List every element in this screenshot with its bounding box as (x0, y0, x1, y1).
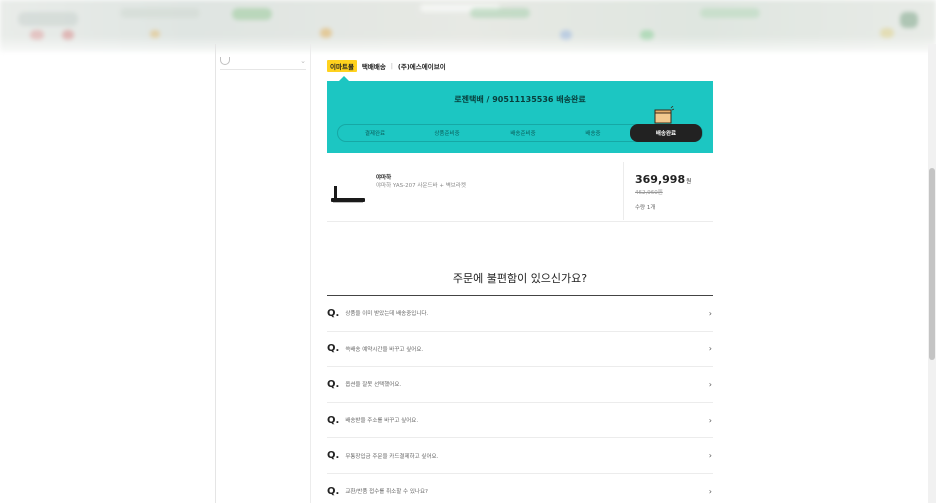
product-brand: 야마하 (376, 175, 392, 181)
faq-question: 교환/반품 접수를 취소할 수 있나요? (345, 489, 428, 496)
step-preparing-product: 상품준비중 (434, 131, 460, 137)
sidebar-item[interactable]: ⌄ (220, 52, 306, 70)
faq-item[interactable]: Q. 쓱배송 예약시간을 바꾸고 싶어요. › (327, 332, 713, 368)
seller-name[interactable]: (주)에스에이브이 (398, 61, 446, 71)
faq-item[interactable]: Q. 상품을 이미 받았는데 배송중입니다. › (327, 296, 713, 332)
person-icon (220, 56, 230, 65)
delivery-status-panel: 로젠택배 / 90511135536 배송완료 결제완료 상품준비중 배송준비중… (327, 81, 713, 153)
faq-question: 상품을 이미 받았는데 배송중입니다. (345, 311, 429, 318)
chevron-right-icon: › (708, 308, 712, 318)
price-unit: 원 (686, 179, 692, 185)
faq-question: 쓱배송 예약시간을 바꾸고 싶어요. (345, 346, 424, 353)
store-badge: 이마트몰 (327, 60, 357, 72)
faq-q-mark: Q. (327, 485, 340, 497)
faq-question: 무통장입금 주문을 카드결제하고 싶어요. (345, 453, 439, 460)
faq-item[interactable]: Q. 교환/반품 접수를 취소할 수 있나요? › (327, 474, 713, 503)
faq-item[interactable]: Q. 무통장입금 주문을 카드결제하고 싶어요. › (327, 438, 713, 474)
faq-heading: 주문에 불편함이 있으신가요? (452, 272, 588, 285)
tracking-status[interactable]: 로젠택배 / 90511135536 배송완료 (327, 94, 713, 105)
chevron-right-icon: › (708, 344, 712, 354)
faq-item[interactable]: Q. 옵션을 잘못 선택했어요. › (327, 367, 713, 403)
chevron-right-icon: › (708, 451, 712, 461)
faq-q-mark: Q. (327, 378, 340, 390)
chevron-right-icon: › (708, 415, 712, 425)
step-delivered: 배송완료 (630, 124, 702, 142)
seller-info: 이마트몰 택배배송 | (주)에스에이브이 (327, 60, 446, 72)
faq-q-mark: Q. (327, 343, 340, 355)
original-price: 462,960원 (635, 190, 663, 196)
price: 369,998원 (635, 173, 691, 186)
faq-list: Q. 상품을 이미 받았는데 배송중입니다. › Q. 쓱배송 예약시간을 바꾸… (327, 296, 713, 503)
product-name[interactable]: 야마하 YAS-207 사운드바 + 벽브라켓 (376, 181, 466, 189)
content-divider (310, 44, 311, 503)
product-image[interactable] (327, 174, 367, 212)
delivery-type: 택배배송 (361, 63, 386, 71)
faq-q-mark: Q. (327, 307, 340, 319)
product-divider (623, 162, 624, 220)
chevron-down-icon: ⌄ (300, 56, 306, 65)
blurred-browser-header (0, 0, 936, 52)
order-product[interactable]: 야마하 야마하 YAS-207 사운드바 + 벽브라켓 369,998원 462… (327, 162, 713, 222)
step-payment-complete: 결제완료 (364, 131, 386, 137)
faq-q-mark: Q. (327, 414, 340, 426)
price-value: 369,998 (635, 173, 686, 186)
chevron-right-icon: › (708, 379, 712, 389)
faq-item[interactable]: Q. 배송받을 주소를 바꾸고 싶어요. › (327, 403, 713, 439)
sidebar-border (215, 44, 216, 503)
scrollbar-thumb[interactable] (929, 168, 935, 360)
faq-question: 옵션을 잘못 선택했어요. (345, 382, 402, 389)
box-icon (654, 106, 674, 124)
faq-q-mark: Q. (327, 450, 340, 462)
step-preparing-shipment: 배송준비중 (510, 131, 536, 137)
step-in-transit: 배송중 (585, 131, 601, 137)
quantity: 수량 1개 (635, 205, 656, 211)
separator: | (390, 62, 393, 70)
faq-question: 배송받을 주소를 바꾸고 싶어요. (345, 418, 419, 425)
chevron-right-icon: › (708, 486, 712, 496)
